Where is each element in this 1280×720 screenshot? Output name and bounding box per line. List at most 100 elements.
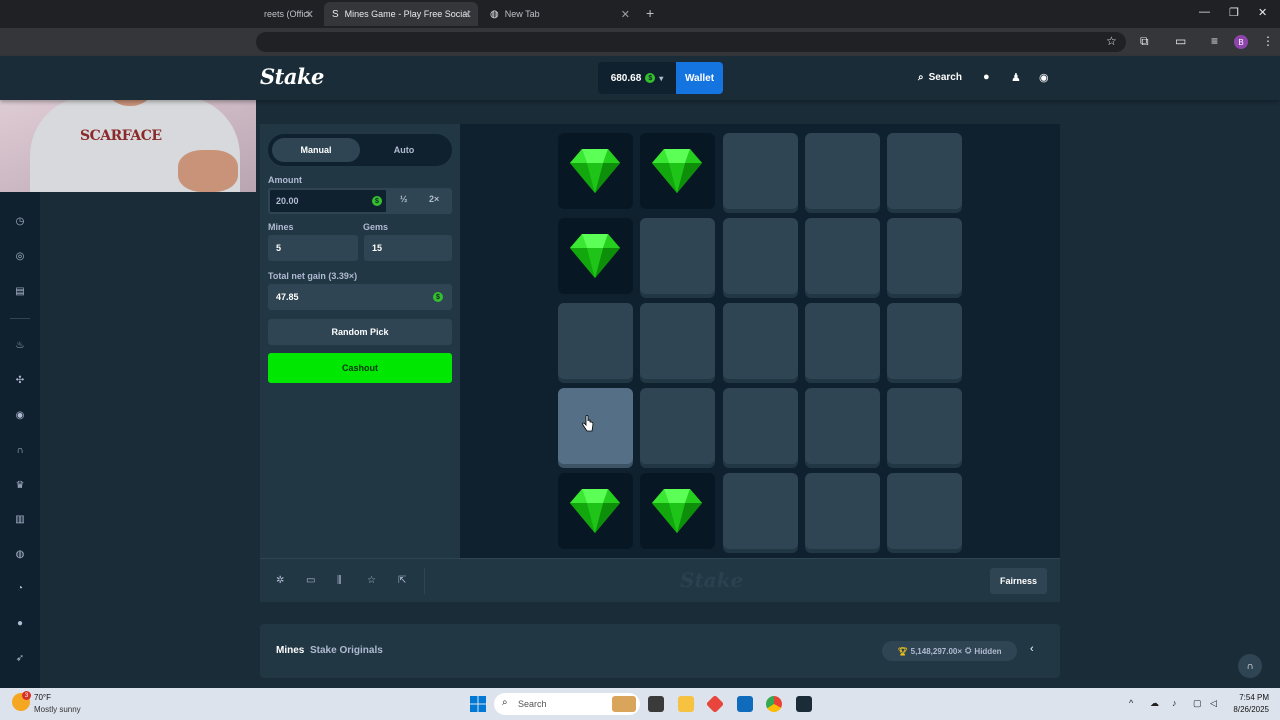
mine-tile[interactable]: [887, 388, 963, 464]
mic-icon[interactable]: ♪: [1172, 698, 1177, 708]
amount-input[interactable]: 20.00: [268, 188, 388, 214]
mine-tile[interactable]: [722, 473, 798, 549]
cashout-button[interactable]: Cashout: [268, 353, 452, 383]
casino-icon[interactable]: ◷: [13, 216, 27, 227]
mine-tile[interactable]: [558, 133, 633, 209]
net-gain-field: 47.85: [268, 284, 452, 310]
balance-amount: 680.68: [610, 72, 642, 84]
fire-icon[interactable]: ♨: [13, 340, 27, 351]
half-amount-button[interactable]: ½: [400, 194, 408, 204]
hidden-label: Hidden: [974, 646, 1002, 656]
gift-icon[interactable]: ▥: [13, 514, 27, 525]
close-icon[interactable]: ✕: [621, 8, 630, 21]
crown-icon[interactable]: ♛: [13, 480, 27, 491]
task-view-icon[interactable]: [648, 696, 664, 712]
new-tab-button[interactable]: +: [646, 5, 654, 21]
favourite-star-icon[interactable]: ☆: [367, 575, 376, 586]
close-window-icon[interactable]: ✕: [1258, 6, 1267, 19]
mine-tile[interactable]: [887, 218, 963, 294]
mine-tile[interactable]: [722, 303, 798, 379]
cast-icon[interactable]: ▭: [1175, 34, 1186, 48]
mine-tile[interactable]: [804, 303, 880, 379]
random-pick-button[interactable]: Random Pick: [268, 319, 452, 345]
popout-icon[interactable]: ⇱: [398, 575, 406, 586]
notifications-icon[interactable]: ♟: [1011, 71, 1021, 84]
mine-tile[interactable]: [722, 388, 798, 464]
search-button[interactable]: ⌕ Search: [918, 72, 962, 83]
mine-tile[interactable]: [640, 133, 716, 209]
live-support-button[interactable]: ∩: [1238, 654, 1262, 678]
wallet-button[interactable]: Wallet: [676, 62, 723, 94]
incognito-icon: ⛭: [965, 646, 972, 655]
volume-icon[interactable]: ◁: [1210, 698, 1217, 709]
net-gain-label: Total net gain (3.39×): [268, 271, 358, 281]
address-bar[interactable]: [256, 32, 1126, 52]
mine-tile[interactable]: [640, 218, 716, 294]
balance-selector[interactable]: 680.68 $ ▾: [598, 62, 676, 94]
browser-tab-3[interactable]: ◍ New Tab ✕: [482, 2, 636, 26]
onedrive-icon[interactable]: ☁: [1150, 698, 1159, 709]
mine-tile[interactable]: [887, 303, 963, 379]
chat-icon[interactable]: ◉: [1039, 71, 1049, 84]
restore-icon[interactable]: ❐: [1229, 6, 1239, 19]
extensions-icon[interactable]: ⧉: [1140, 34, 1149, 49]
mine-tile[interactable]: [722, 218, 798, 294]
chrome-icon[interactable]: [766, 696, 782, 712]
mine-tile[interactable]: [558, 303, 633, 379]
headset-icon: ∩: [1246, 660, 1254, 672]
webcam-shirt-text: SCARFACE: [80, 128, 162, 144]
close-icon[interactable]: ✕: [463, 8, 472, 21]
mine-tile[interactable]: [804, 473, 880, 549]
sports-icon[interactable]: ◎: [13, 251, 27, 262]
promotions-icon[interactable]: ▤: [13, 286, 27, 297]
user-icon[interactable]: ●: [983, 71, 990, 83]
profile-avatar[interactable]: B: [1234, 35, 1248, 49]
max-win-badge[interactable]: 🏆︎ 5,148,297.00× ⛭ Hidden: [882, 641, 1017, 661]
mine-tile[interactable]: [804, 218, 880, 294]
theatre-mode-icon[interactable]: ▭: [306, 575, 315, 586]
mine-tile[interactable]: [558, 218, 633, 294]
clock-date[interactable]: 8/26/2025: [1225, 705, 1269, 714]
mine-tile[interactable]: [558, 473, 633, 549]
outlook-icon[interactable]: [737, 696, 753, 712]
stats-icon[interactable]: ⫼: [337, 575, 342, 586]
bookmark-star-icon[interactable]: ☆: [1106, 34, 1117, 48]
drop-icon[interactable]: ●: [13, 618, 27, 629]
support-icon[interactable]: ◔: [13, 583, 27, 594]
globe-icon[interactable]: ◍: [13, 549, 27, 560]
mine-tile[interactable]: [804, 388, 880, 464]
minimize-icon[interactable]: —: [1199, 6, 1210, 18]
close-icon[interactable]: ✕: [305, 8, 314, 21]
mine-tile[interactable]: [804, 133, 880, 209]
chevron-left-icon[interactable]: ‹: [1030, 643, 1034, 655]
mine-tile[interactable]: [640, 303, 716, 379]
trophy-icon: 🏆︎: [897, 646, 908, 656]
mine-tile[interactable]: [887, 133, 963, 209]
mine-tile[interactable]: [558, 388, 633, 464]
settings-icon[interactable]: ✲: [276, 575, 284, 586]
windows-start-icon[interactable]: [470, 696, 486, 712]
slots-icon[interactable]: ◉: [13, 410, 27, 421]
browser-tab-2[interactable]: S Mines Game - Play Free Social ✕: [324, 2, 478, 26]
mine-tile[interactable]: [887, 473, 963, 549]
rocket-icon[interactable]: ➶: [13, 653, 27, 664]
mine-tile[interactable]: [640, 473, 716, 549]
file-explorer-icon[interactable]: [678, 696, 694, 712]
live-casino-icon[interactable]: ∩: [13, 445, 27, 456]
menu-kebab-icon[interactable]: ⋮: [1262, 34, 1274, 48]
mine-tile[interactable]: [640, 388, 716, 464]
fairness-button[interactable]: Fairness: [990, 568, 1047, 594]
mine-tile[interactable]: [722, 133, 798, 209]
media-icon[interactable]: ≡: [1211, 34, 1218, 48]
originals-icon[interactable]: ✣: [13, 375, 27, 386]
browser-tab-1[interactable]: reets (Offici ✕: [256, 2, 320, 26]
stake-logo[interactable]: Stake: [260, 64, 324, 89]
network-icon[interactable]: ▢: [1193, 698, 1202, 709]
tab-manual[interactable]: Manual: [272, 138, 360, 162]
terminal-app-icon[interactable]: [796, 696, 812, 712]
left-sidebar: [0, 192, 40, 688]
tab-auto[interactable]: Auto: [360, 138, 448, 162]
clock-time[interactable]: 7:54 PM: [1225, 693, 1269, 702]
double-amount-button[interactable]: 2×: [429, 194, 439, 204]
tray-chevron-up-icon[interactable]: ^: [1129, 698, 1133, 708]
